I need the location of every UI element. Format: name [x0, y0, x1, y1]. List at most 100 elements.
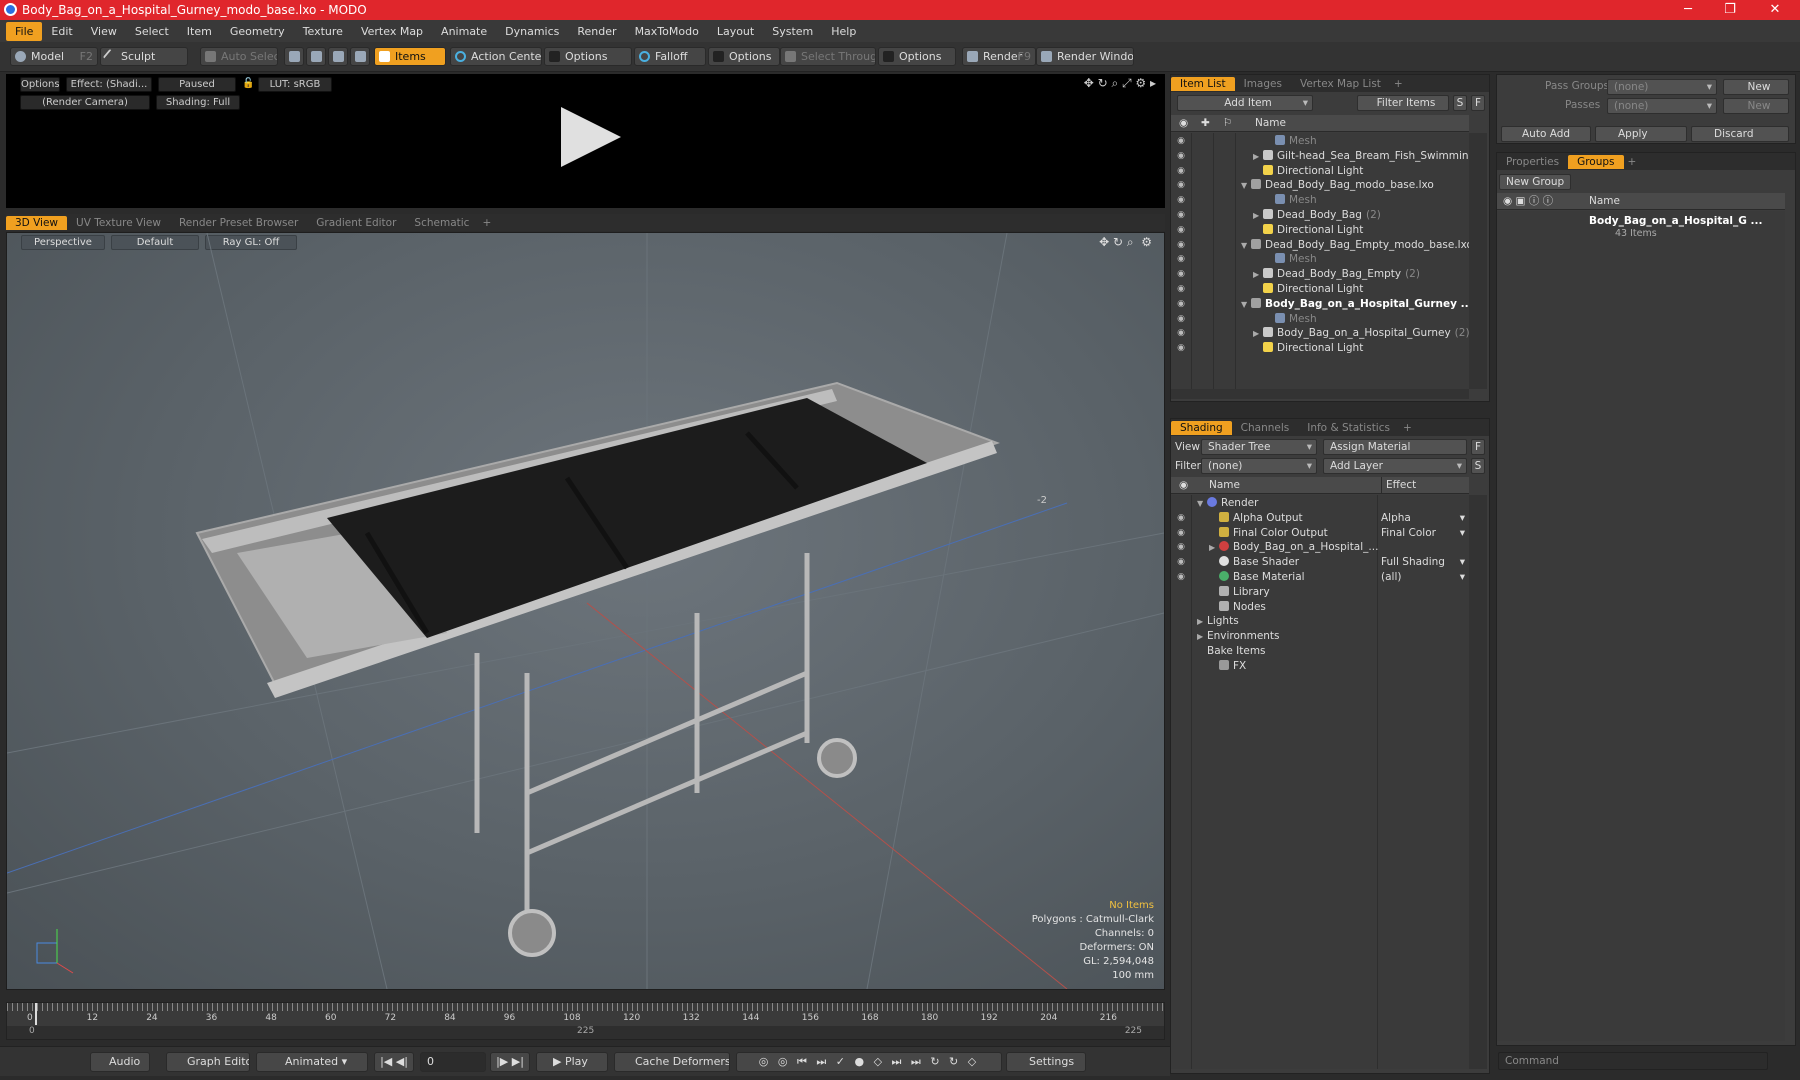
- preview-paused-button[interactable]: Paused: [158, 77, 236, 92]
- add-item-dropdown[interactable]: Add Item: [1177, 95, 1313, 111]
- action-center-options-button[interactable]: Options: [544, 47, 632, 66]
- menu-view[interactable]: View: [82, 22, 126, 41]
- item-list-tab-2[interactable]: Vertex Map List: [1291, 77, 1390, 91]
- select-options-button[interactable]: Options: [878, 47, 956, 66]
- skip-back-buttons[interactable]: |◀ ◀|: [374, 1052, 414, 1072]
- falloff-options-button[interactable]: Options: [708, 47, 780, 66]
- menu-animate[interactable]: Animate: [432, 22, 496, 41]
- render-preview[interactable]: Options Effect: (Shadi... Paused 🔓 LUT: …: [6, 74, 1165, 208]
- expand-arrow-icon[interactable]: ▼: [1241, 177, 1251, 194]
- items-mode-button[interactable]: Items: [374, 47, 446, 66]
- settings-button[interactable]: Settings: [1006, 1052, 1086, 1072]
- model-mode-button[interactable]: Model F2: [10, 47, 98, 66]
- graph-editor-button[interactable]: Graph Editor: [166, 1052, 250, 1072]
- skip-forward-buttons[interactable]: |▶ ▶|: [490, 1052, 530, 1072]
- close-button[interactable]: ✕: [1752, 0, 1798, 20]
- item-list-tab-3[interactable]: +: [1390, 77, 1407, 91]
- play-preview-icon[interactable]: [561, 107, 621, 167]
- preview-options-button[interactable]: Options: [20, 77, 60, 92]
- shader-tree-row[interactable]: FX: [1209, 658, 1246, 675]
- effect-dropdown[interactable]: (all) ▾: [1381, 569, 1467, 586]
- visibility-eye-icon[interactable]: ◉: [1173, 299, 1189, 309]
- visibility-eye-icon[interactable]: ◉: [1173, 528, 1189, 538]
- minimize-button[interactable]: ─: [1665, 0, 1711, 20]
- shader-tree-dropdown[interactable]: Shader Tree: [1201, 439, 1317, 455]
- gurney-model[interactable]: [195, 381, 1000, 957]
- render-button[interactable]: Render F9: [962, 47, 1036, 66]
- item-list-tab-0[interactable]: Item List: [1171, 76, 1235, 91]
- viewport-tab-4[interactable]: Schematic: [405, 216, 478, 230]
- menu-vertex-map[interactable]: Vertex Map: [352, 22, 432, 41]
- shading-scrollbar[interactable]: [1469, 495, 1487, 1069]
- expand-arrow-icon[interactable]: ▼: [1197, 495, 1207, 512]
- item-list-tab-1[interactable]: Images: [1235, 77, 1291, 91]
- visibility-eye-icon[interactable]: ◉: [1173, 240, 1189, 250]
- audio-button[interactable]: Audio: [90, 1052, 150, 1072]
- menu-file[interactable]: File: [6, 21, 43, 41]
- preview-nav-icons[interactable]: ✥ ↻ ⌕ ⤢ ⚙ ▸: [1056, 77, 1156, 92]
- vertices-mode-button[interactable]: [284, 47, 304, 66]
- shading-tab-1[interactable]: Channels: [1232, 421, 1299, 435]
- visibility-eye-icon[interactable]: ◉: [1173, 284, 1189, 294]
- action-center-button[interactable]: Action Center: [450, 47, 542, 66]
- menu-render[interactable]: Render: [568, 22, 625, 41]
- menu-maxtomodo[interactable]: MaxToModo: [626, 22, 708, 41]
- visibility-eye-icon[interactable]: ◉: [1173, 328, 1189, 338]
- transport-icons[interactable]: ◎ ◎ ⏮ ⏭ ✓ ● ◇ ⏭ ⏭ ↻ ↻ ◇: [736, 1052, 1002, 1072]
- menu-layout[interactable]: Layout: [708, 22, 763, 41]
- assign-material-button[interactable]: Assign Material: [1323, 439, 1467, 455]
- item-list-hscrollbar[interactable]: [1171, 389, 1469, 399]
- visibility-eye-icon[interactable]: ◉: [1173, 269, 1189, 279]
- visibility-eye-icon[interactable]: ◉: [1173, 254, 1189, 264]
- auto-add-button[interactable]: Auto Add: [1501, 126, 1591, 142]
- range-bar[interactable]: 0 225 225: [7, 1026, 1164, 1039]
- command-input[interactable]: Command: [1498, 1052, 1768, 1070]
- effect-dropdown[interactable]: Final Color ▾: [1381, 525, 1467, 542]
- visibility-eye-icon[interactable]: ◉: [1173, 136, 1189, 146]
- menu-geometry[interactable]: Geometry: [221, 22, 294, 41]
- render-window-button[interactable]: Render Window: [1036, 47, 1134, 66]
- visibility-eye-icon[interactable]: ◉: [1173, 542, 1189, 552]
- materials-mode-button[interactable]: [350, 47, 370, 66]
- lut-dropdown[interactable]: LUT: sRGB: [258, 77, 332, 92]
- shading-f-button[interactable]: F: [1471, 439, 1485, 455]
- sculpt-mode-button[interactable]: Sculpt: [100, 47, 188, 66]
- menu-system[interactable]: System: [763, 22, 822, 41]
- shading-tab-0[interactable]: Shading: [1171, 420, 1232, 435]
- viewport-tab-3[interactable]: Gradient Editor: [307, 216, 405, 230]
- groups-tab-0[interactable]: Properties: [1497, 155, 1568, 169]
- visibility-eye-icon[interactable]: ◉: [1173, 180, 1189, 190]
- visibility-eye-icon[interactable]: ◉: [1173, 314, 1189, 324]
- visibility-eye-icon[interactable]: ◉: [1173, 195, 1189, 205]
- visibility-eye-icon[interactable]: ◉: [1173, 166, 1189, 176]
- menu-texture[interactable]: Texture: [294, 22, 352, 41]
- shading-s-button[interactable]: S: [1471, 458, 1485, 474]
- shading-tab-3[interactable]: +: [1399, 421, 1416, 435]
- visibility-eye-icon[interactable]: ◉: [1173, 151, 1189, 161]
- visibility-eye-icon[interactable]: ◉: [1173, 557, 1189, 567]
- filter-items-input[interactable]: Filter Items: [1357, 95, 1449, 111]
- item-list-row[interactable]: Directional Light: [1253, 340, 1363, 357]
- item-list-scrollbar[interactable]: [1469, 133, 1487, 389]
- add-layer-dropdown[interactable]: Add Layer: [1323, 458, 1467, 474]
- groups-tab-2[interactable]: +: [1624, 155, 1641, 169]
- viewport-tab-1[interactable]: UV Texture View: [67, 216, 170, 230]
- render-camera-dropdown[interactable]: (Render Camera): [20, 95, 150, 110]
- falloff-button[interactable]: Falloff: [634, 47, 706, 66]
- shading-dropdown[interactable]: Shading: Full: [156, 95, 240, 110]
- visibility-eye-icon[interactable]: ◉: [1173, 572, 1189, 582]
- playhead[interactable]: [35, 1003, 37, 1025]
- preview-effect-dropdown[interactable]: Effect: (Shadi...: [66, 77, 152, 92]
- menu-dynamics[interactable]: Dynamics: [496, 22, 568, 41]
- lock-icon[interactable]: 🔓: [242, 77, 254, 92]
- apply-button[interactable]: Apply: [1595, 126, 1687, 142]
- pass-groups-dropdown[interactable]: (none): [1607, 79, 1717, 95]
- filter-f-button[interactable]: F: [1471, 95, 1485, 111]
- menu-item[interactable]: Item: [178, 22, 221, 41]
- cache-deformers-button[interactable]: Cache Deformers: [614, 1052, 730, 1072]
- new-group-button[interactable]: New Group: [1499, 174, 1571, 190]
- auto-select-button[interactable]: Auto Select: [200, 47, 278, 66]
- visibility-eye-icon[interactable]: ◉: [1173, 210, 1189, 220]
- viewport-tab-5[interactable]: +: [478, 216, 495, 230]
- viewport-tab-0[interactable]: 3D View: [6, 215, 68, 230]
